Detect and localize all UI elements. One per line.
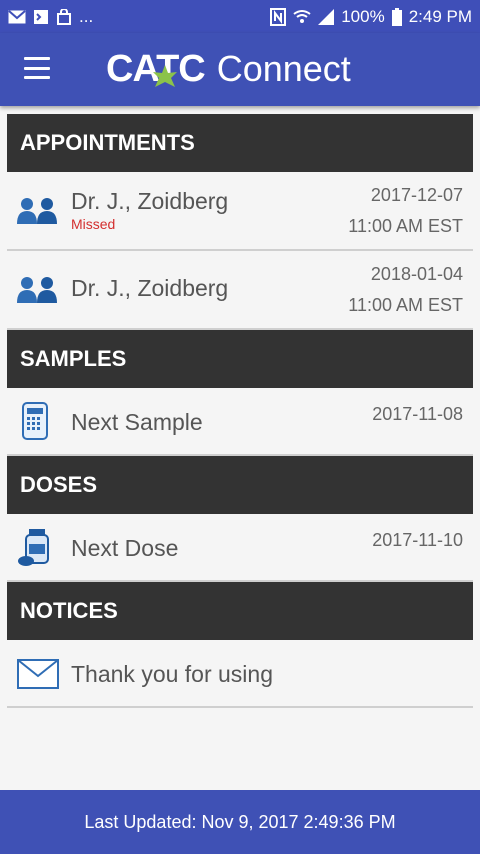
last-updated-footer: Last Updated: Nov 9, 2017 2:49:36 PM <box>0 790 480 854</box>
doses-header: DOSES <box>7 456 473 514</box>
appointment-date: 2018-01-04 <box>370 264 463 284</box>
people-icon <box>17 198 57 224</box>
last-updated-text: Last Updated: Nov 9, 2017 2:49:36 PM <box>84 811 396 832</box>
samples-header: SAMPLES <box>7 330 473 388</box>
envelope-icon <box>17 659 59 689</box>
appointment-row[interactable]: Dr. J., Zoidberg 2018-01-04 11:00 AM EST <box>7 251 473 330</box>
appointment-status-missed: Missed <box>71 216 116 232</box>
appointment-row[interactable]: Dr. J., Zoidberg Missed 2017-12-07 11:00… <box>7 172 473 251</box>
appointment-doctor: Dr. J., Zoidberg <box>71 275 229 301</box>
battery-icon <box>391 7 402 26</box>
battery-percent: 100% <box>341 6 385 26</box>
appointment-doctor: Dr. J., Zoidberg <box>71 188 229 214</box>
leaf-icon <box>153 65 177 87</box>
wifi-icon <box>293 9 311 23</box>
status-bar-right: 100% 2:49 PM <box>270 7 472 27</box>
sample-date: 2017-11-08 <box>372 404 463 424</box>
notices-header: NOTICES <box>7 582 473 640</box>
bag-icon <box>57 8 71 25</box>
dose-date: 2017-11-10 <box>372 530 463 550</box>
menu-icon[interactable] <box>24 57 50 79</box>
main-content: APPOINTMENTS Dr. J., Zoidberg Missed 201… <box>7 114 473 708</box>
notice-title: Thank you for using <box>71 661 274 687</box>
logo-word: Connect <box>216 48 351 89</box>
status-bar: ... 100% 2:49 PM <box>0 0 480 33</box>
status-time: 2:49 PM <box>408 6 472 26</box>
app-logo: CATC Connect <box>106 47 351 91</box>
app-bar: CATC Connect <box>0 33 480 106</box>
signal-icon <box>318 8 335 25</box>
sample-row[interactable]: Next Sample 2017-11-08 <box>7 388 473 456</box>
sample-tray-icon <box>22 402 48 440</box>
status-bar-left: ... <box>8 7 93 27</box>
pill-bottle-icon <box>18 529 49 566</box>
flag-icon <box>34 9 48 24</box>
mail-icon <box>8 9 26 23</box>
sample-title: Next Sample <box>71 409 203 435</box>
appointments-header: APPOINTMENTS <box>7 114 473 172</box>
notice-row[interactable]: Thank you for using <box>7 640 473 708</box>
dose-title: Next Dose <box>71 535 179 561</box>
nfc-icon <box>270 7 287 26</box>
dose-row[interactable]: Next Dose 2017-11-10 <box>7 514 473 582</box>
status-overflow: ... <box>79 6 94 26</box>
appointment-time: 11:00 AM EST <box>348 295 463 315</box>
people-icon <box>17 277 57 303</box>
appointment-time: 11:00 AM EST <box>348 216 463 236</box>
appointment-date: 2017-12-07 <box>370 185 463 205</box>
